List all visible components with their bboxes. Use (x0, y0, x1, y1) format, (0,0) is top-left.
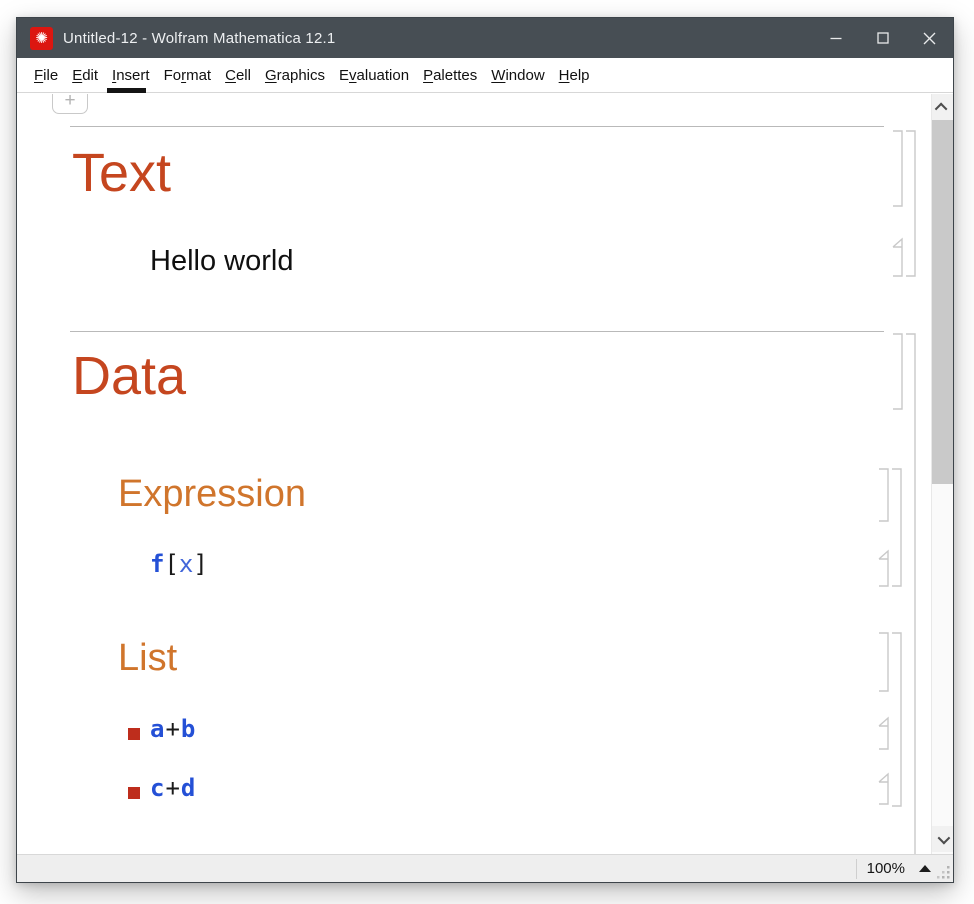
code-token: c (150, 774, 165, 802)
menu-bar: File Edit Insert Format Cell Graphics Evaluati… (17, 58, 953, 93)
minimize-button[interactable] (812, 18, 859, 58)
code-token: a (150, 715, 165, 743)
subsection-heading-list[interactable]: List (118, 639, 177, 677)
menu-item-edit[interactable]: Edit (65, 61, 105, 90)
menu-item-file[interactable]: File (27, 61, 65, 90)
close-icon (923, 32, 936, 44)
item-bullet-icon (128, 728, 140, 740)
notebook-content[interactable]: + Text Hello world Data Expression f[x] … (17, 94, 953, 854)
code-token-open-bracket: [ (164, 550, 179, 578)
menu-item-format[interactable]: Format (157, 61, 219, 90)
close-button[interactable] (906, 18, 953, 58)
cell-insertion-bar (107, 88, 146, 93)
magnification-control[interactable]: 100% (867, 860, 931, 877)
code-token-close-bracket: ] (193, 550, 208, 578)
code-token-plus: + (165, 774, 180, 802)
menu-item-insert[interactable]: Insert (105, 61, 157, 90)
vertical-scrollbar[interactable] (931, 94, 953, 854)
maximize-button[interactable] (859, 18, 906, 58)
mathematica-logo-icon: ✺ (30, 26, 53, 50)
menu-item-window[interactable]: Window (484, 61, 551, 90)
title-bar[interactable]: ✺ Untitled-12 - Wolfram Mathematica 12.1 (17, 18, 953, 58)
code-token: d (180, 774, 196, 802)
chevron-down-icon (937, 831, 951, 844)
magnification-popup-icon (919, 865, 931, 872)
code-token-arg: x (178, 550, 194, 578)
section-heading-text[interactable]: Text (72, 146, 171, 200)
text-cell-hello-world[interactable]: Hello world (150, 247, 293, 276)
menu-item-help[interactable]: Help (552, 61, 597, 90)
scrollbar-thumb[interactable] (932, 120, 953, 484)
section-divider (70, 126, 884, 127)
magnification-value: 100% (866, 860, 905, 877)
section-heading-data[interactable]: Data (72, 349, 186, 403)
status-bar-separator (855, 858, 857, 879)
scroll-up-button[interactable] (932, 94, 953, 120)
insert-cell-plus-button[interactable]: + (52, 94, 88, 114)
input-cell-expression[interactable]: f[x] (150, 552, 208, 576)
code-token-plus: + (165, 715, 180, 743)
mathematica-window: ✺ Untitled-12 - Wolfram Mathematica 12.1… (16, 17, 954, 883)
section-divider (70, 331, 884, 332)
status-bar: 100% (17, 854, 953, 882)
menu-item-cell[interactable]: Cell (218, 61, 258, 90)
menu-item-graphics[interactable]: Graphics (258, 61, 332, 90)
minimize-icon (830, 37, 841, 40)
chevron-up-icon (934, 102, 948, 115)
subsection-heading-expression[interactable]: Expression (118, 475, 306, 513)
item-bullet-icon (128, 787, 140, 799)
window-title: Untitled-12 - Wolfram Mathematica 12.1 (63, 29, 336, 47)
menu-item-palettes[interactable]: Palettes (416, 61, 484, 90)
maximize-icon (876, 32, 889, 44)
resize-grip-icon (937, 866, 950, 879)
item-cell-1[interactable]: a+b (150, 717, 195, 741)
item-cell-2[interactable]: c+d (150, 776, 195, 800)
code-token-head: f (150, 550, 165, 578)
code-token: b (180, 715, 196, 743)
menu-item-evaluation[interactable]: Evaluation (332, 61, 416, 90)
scroll-down-button[interactable] (932, 826, 953, 852)
